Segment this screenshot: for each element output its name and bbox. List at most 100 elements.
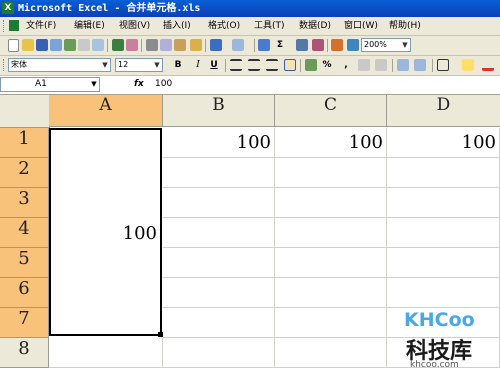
cell-b5[interactable]: [163, 248, 275, 278]
menu-format[interactable]: 格式(O): [208, 19, 240, 33]
cell-c6[interactable]: [275, 278, 387, 308]
align-right-icon[interactable]: [266, 59, 278, 71]
menu-window[interactable]: 窗口(W): [344, 19, 378, 33]
increase-indent-icon[interactable]: [414, 59, 426, 71]
row-header-8[interactable]: 8: [0, 338, 49, 368]
decrease-indent-icon[interactable]: [397, 59, 409, 71]
row-header-6[interactable]: 6: [0, 278, 49, 308]
menu-insert[interactable]: 插入(I): [163, 19, 191, 33]
undo-icon[interactable]: [210, 39, 222, 51]
save-icon[interactable]: [36, 39, 48, 51]
chevron-down-icon[interactable]: ▼: [100, 59, 110, 71]
print-preview-icon[interactable]: [92, 39, 104, 51]
cell-c7[interactable]: [275, 308, 387, 338]
column-header-c[interactable]: C: [275, 95, 387, 127]
cell-d2[interactable]: [387, 158, 500, 188]
align-center-icon[interactable]: [248, 59, 260, 71]
toolbar-grip[interactable]: [3, 20, 7, 32]
new-icon[interactable]: [8, 39, 19, 52]
spelling-icon[interactable]: [112, 39, 124, 51]
row-header-2[interactable]: 2: [0, 158, 49, 188]
column-header-a[interactable]: A: [49, 95, 163, 127]
cell-b4[interactable]: [163, 218, 275, 248]
name-box[interactable]: A1 ▼: [0, 77, 100, 92]
row-header-4[interactable]: 4: [0, 218, 49, 248]
drawing-icon[interactable]: [347, 39, 359, 51]
autosum-icon[interactable]: Σ: [274, 39, 286, 51]
column-header-d[interactable]: D: [387, 95, 500, 127]
cell-c2[interactable]: [275, 158, 387, 188]
copy-icon[interactable]: [160, 39, 172, 51]
chart-wizard-icon[interactable]: [331, 39, 343, 51]
cell-c3[interactable]: [275, 188, 387, 218]
email-icon[interactable]: [64, 39, 76, 51]
row-header-7[interactable]: 7: [0, 308, 49, 338]
merged-cell-a1-a7[interactable]: 100: [49, 128, 162, 336]
separator: [205, 39, 206, 52]
separator: [327, 39, 328, 52]
increase-decimal-icon[interactable]: [358, 59, 370, 71]
chevron-down-icon[interactable]: ▼: [152, 59, 162, 71]
fill-color-icon[interactable]: [462, 59, 474, 71]
workbook-icon[interactable]: [9, 20, 19, 31]
fill-handle[interactable]: [158, 332, 163, 337]
menu-tools[interactable]: 工具(T): [254, 19, 285, 33]
cell-b3[interactable]: [163, 188, 275, 218]
decrease-decimal-icon[interactable]: [375, 59, 387, 71]
menu-file[interactable]: 文件(F): [26, 19, 56, 33]
menu-edit[interactable]: 编辑(E): [74, 19, 105, 33]
cell-c5[interactable]: [275, 248, 387, 278]
menu-help[interactable]: 帮助(H): [389, 19, 421, 33]
cell-b7[interactable]: [163, 308, 275, 338]
currency-icon[interactable]: [305, 59, 317, 71]
function-icon[interactable]: fx: [134, 79, 144, 89]
align-left-icon[interactable]: [230, 59, 242, 71]
research-icon[interactable]: [126, 39, 138, 51]
merge-center-icon[interactable]: [284, 59, 296, 71]
chevron-down-icon[interactable]: ▼: [400, 39, 410, 51]
underline-button[interactable]: U: [208, 59, 220, 71]
formula-input[interactable]: 100: [155, 79, 172, 89]
column-header-b[interactable]: B: [163, 95, 275, 127]
paste-icon[interactable]: [174, 39, 186, 51]
select-all-button[interactable]: [0, 95, 50, 128]
zoom-select[interactable]: 200% ▼: [361, 38, 411, 52]
format-painter-icon[interactable]: [190, 39, 202, 51]
sort-descending-icon[interactable]: [312, 39, 324, 51]
comma-button[interactable]: ,: [340, 59, 352, 71]
cell-b6[interactable]: [163, 278, 275, 308]
cell-b8[interactable]: [163, 338, 275, 368]
cell-c8[interactable]: [275, 338, 387, 368]
row-header-1[interactable]: 1: [0, 128, 49, 158]
cell-c1[interactable]: 100: [275, 128, 387, 158]
font-size-select[interactable]: 12 ▼: [115, 58, 163, 72]
cut-icon[interactable]: [146, 39, 158, 51]
font-color-icon[interactable]: [482, 59, 494, 71]
italic-button[interactable]: I: [192, 59, 204, 71]
hyperlink-icon[interactable]: [258, 39, 270, 51]
cell-d6[interactable]: [387, 278, 500, 308]
percent-button[interactable]: %: [321, 59, 333, 71]
redo-icon[interactable]: [232, 39, 244, 51]
borders-icon[interactable]: [437, 59, 449, 71]
menu-data[interactable]: 数据(D): [299, 19, 331, 33]
toolbar-grip[interactable]: [3, 59, 7, 71]
cell-d5[interactable]: [387, 248, 500, 278]
font-select[interactable]: 宋体 ▼: [8, 58, 111, 72]
cell-c4[interactable]: [275, 218, 387, 248]
open-icon[interactable]: [22, 39, 34, 51]
row-header-5[interactable]: 5: [0, 248, 49, 278]
permission-icon[interactable]: [50, 39, 62, 51]
bold-button[interactable]: B: [172, 59, 184, 71]
cell-d4[interactable]: [387, 218, 500, 248]
row-header-3[interactable]: 3: [0, 188, 49, 218]
sort-ascending-icon[interactable]: [296, 39, 308, 51]
cell-b1[interactable]: 100: [163, 128, 275, 158]
chevron-down-icon[interactable]: ▼: [89, 78, 99, 91]
cell-b2[interactable]: [163, 158, 275, 188]
cell-d3[interactable]: [387, 188, 500, 218]
menu-view[interactable]: 视图(V): [119, 19, 150, 33]
cell-a8[interactable]: [49, 338, 163, 368]
print-icon[interactable]: [78, 39, 90, 51]
cell-d1[interactable]: 100: [387, 128, 500, 158]
